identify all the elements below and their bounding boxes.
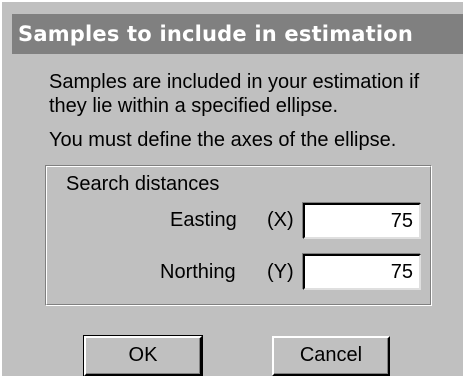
dialog-title: Samples to include in estimation	[12, 14, 463, 54]
search-distances-label: Search distances	[64, 172, 222, 196]
estimation-samples-dialog: Samples to include in estimation Samples…	[0, 0, 463, 376]
description-line-1: Samples are included in your estimation …	[49, 71, 420, 93]
cancel-button[interactable]: Cancel	[272, 336, 390, 376]
northing-input[interactable]	[303, 254, 421, 290]
description-line-2: they lie within a specified ellipse.	[49, 95, 339, 117]
description-line-3: You must define the axes of the ellipse.	[49, 129, 397, 151]
ok-button[interactable]: OK	[83, 335, 203, 376]
northing-axis-label: (Y)	[267, 261, 294, 283]
easting-label: Easting	[170, 209, 237, 231]
northing-label: Northing	[160, 261, 236, 283]
easting-input[interactable]	[303, 203, 421, 239]
easting-axis-label: (X)	[267, 209, 294, 231]
